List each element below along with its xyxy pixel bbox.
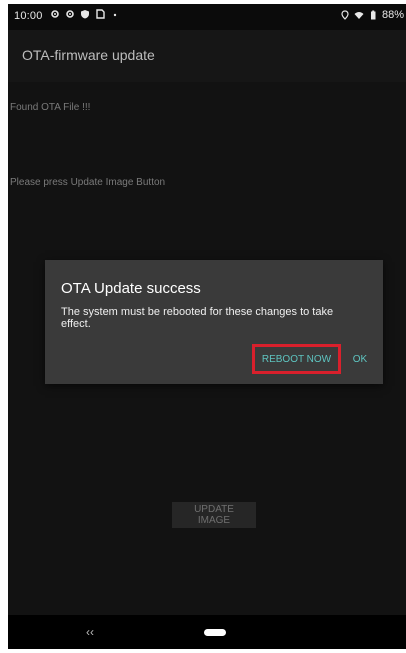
dot-icon [113, 13, 117, 17]
dialog-title: OTA Update success [61, 280, 201, 297]
home-button[interactable] [204, 629, 226, 636]
battery-percentage: 88% [381, 9, 404, 21]
update-image-button[interactable]: UPDATE IMAGE [172, 502, 256, 528]
sd-card-icon [96, 9, 105, 19]
instruction-text: Please press Update Image Button [10, 177, 166, 188]
found-ota-text: Found OTA File !!! [10, 102, 91, 113]
ok-button[interactable]: OK [345, 344, 375, 374]
back-button[interactable]: ‹‹ [86, 625, 94, 639]
status-bar: 10:00 88% [8, 4, 406, 30]
dialog-message: The system must be rebooted for these ch… [61, 306, 334, 330]
settings-icon [51, 10, 59, 18]
app-title: OTA-firmware update [22, 47, 155, 63]
reboot-now-button[interactable]: REBOOT NOW [252, 344, 341, 374]
device-screen: 10:00 88% OTA-firmware update Found OTA … [8, 4, 406, 649]
location-icon [341, 10, 349, 20]
battery-icon [370, 10, 376, 20]
system-icons: 88% [340, 9, 404, 21]
app-bar: OTA-firmware update [8, 30, 406, 82]
shield-icon [81, 10, 89, 19]
notification-icons [50, 9, 120, 19]
wifi-icon [354, 12, 364, 19]
settings-icon [66, 10, 74, 18]
status-time: 10:00 [14, 10, 43, 22]
navigation-bar: ‹‹ [8, 615, 406, 649]
update-success-dialog: OTA Update success The system must be re… [45, 260, 383, 384]
